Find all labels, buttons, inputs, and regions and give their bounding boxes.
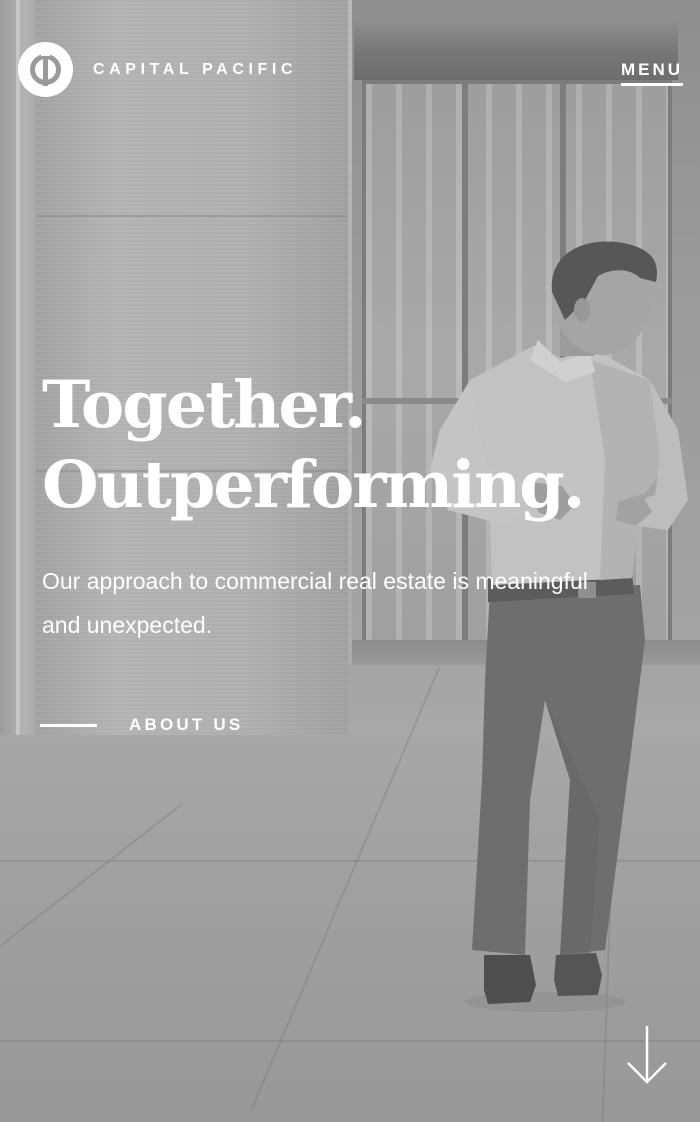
- hero-title: Together. Outperforming.: [42, 365, 682, 525]
- menu-button[interactable]: MENU: [620, 60, 683, 86]
- hero-subtitle: Our approach to commercial real estate i…: [42, 568, 588, 638]
- capital-pacific-logo-icon: [18, 42, 73, 97]
- hero-title-line-2: Outperforming.: [42, 447, 585, 523]
- logo-wordmark: CAPITAL PACIFIC: [93, 60, 298, 78]
- about-us-line-decoration: [40, 723, 97, 727]
- site-header: CAPITAL PACIFIC MENU: [0, 0, 700, 140]
- logo-home-link[interactable]: CAPITAL PACIFIC: [18, 42, 297, 97]
- about-us-link[interactable]: ABOUT US: [40, 715, 243, 735]
- about-us-label: ABOUT US: [129, 715, 244, 734]
- arrow-down-icon[interactable]: [624, 1024, 670, 1086]
- hero-section: Together. Outperforming. Our approach to…: [42, 365, 682, 647]
- hero-title-line-1: Together.: [42, 367, 367, 443]
